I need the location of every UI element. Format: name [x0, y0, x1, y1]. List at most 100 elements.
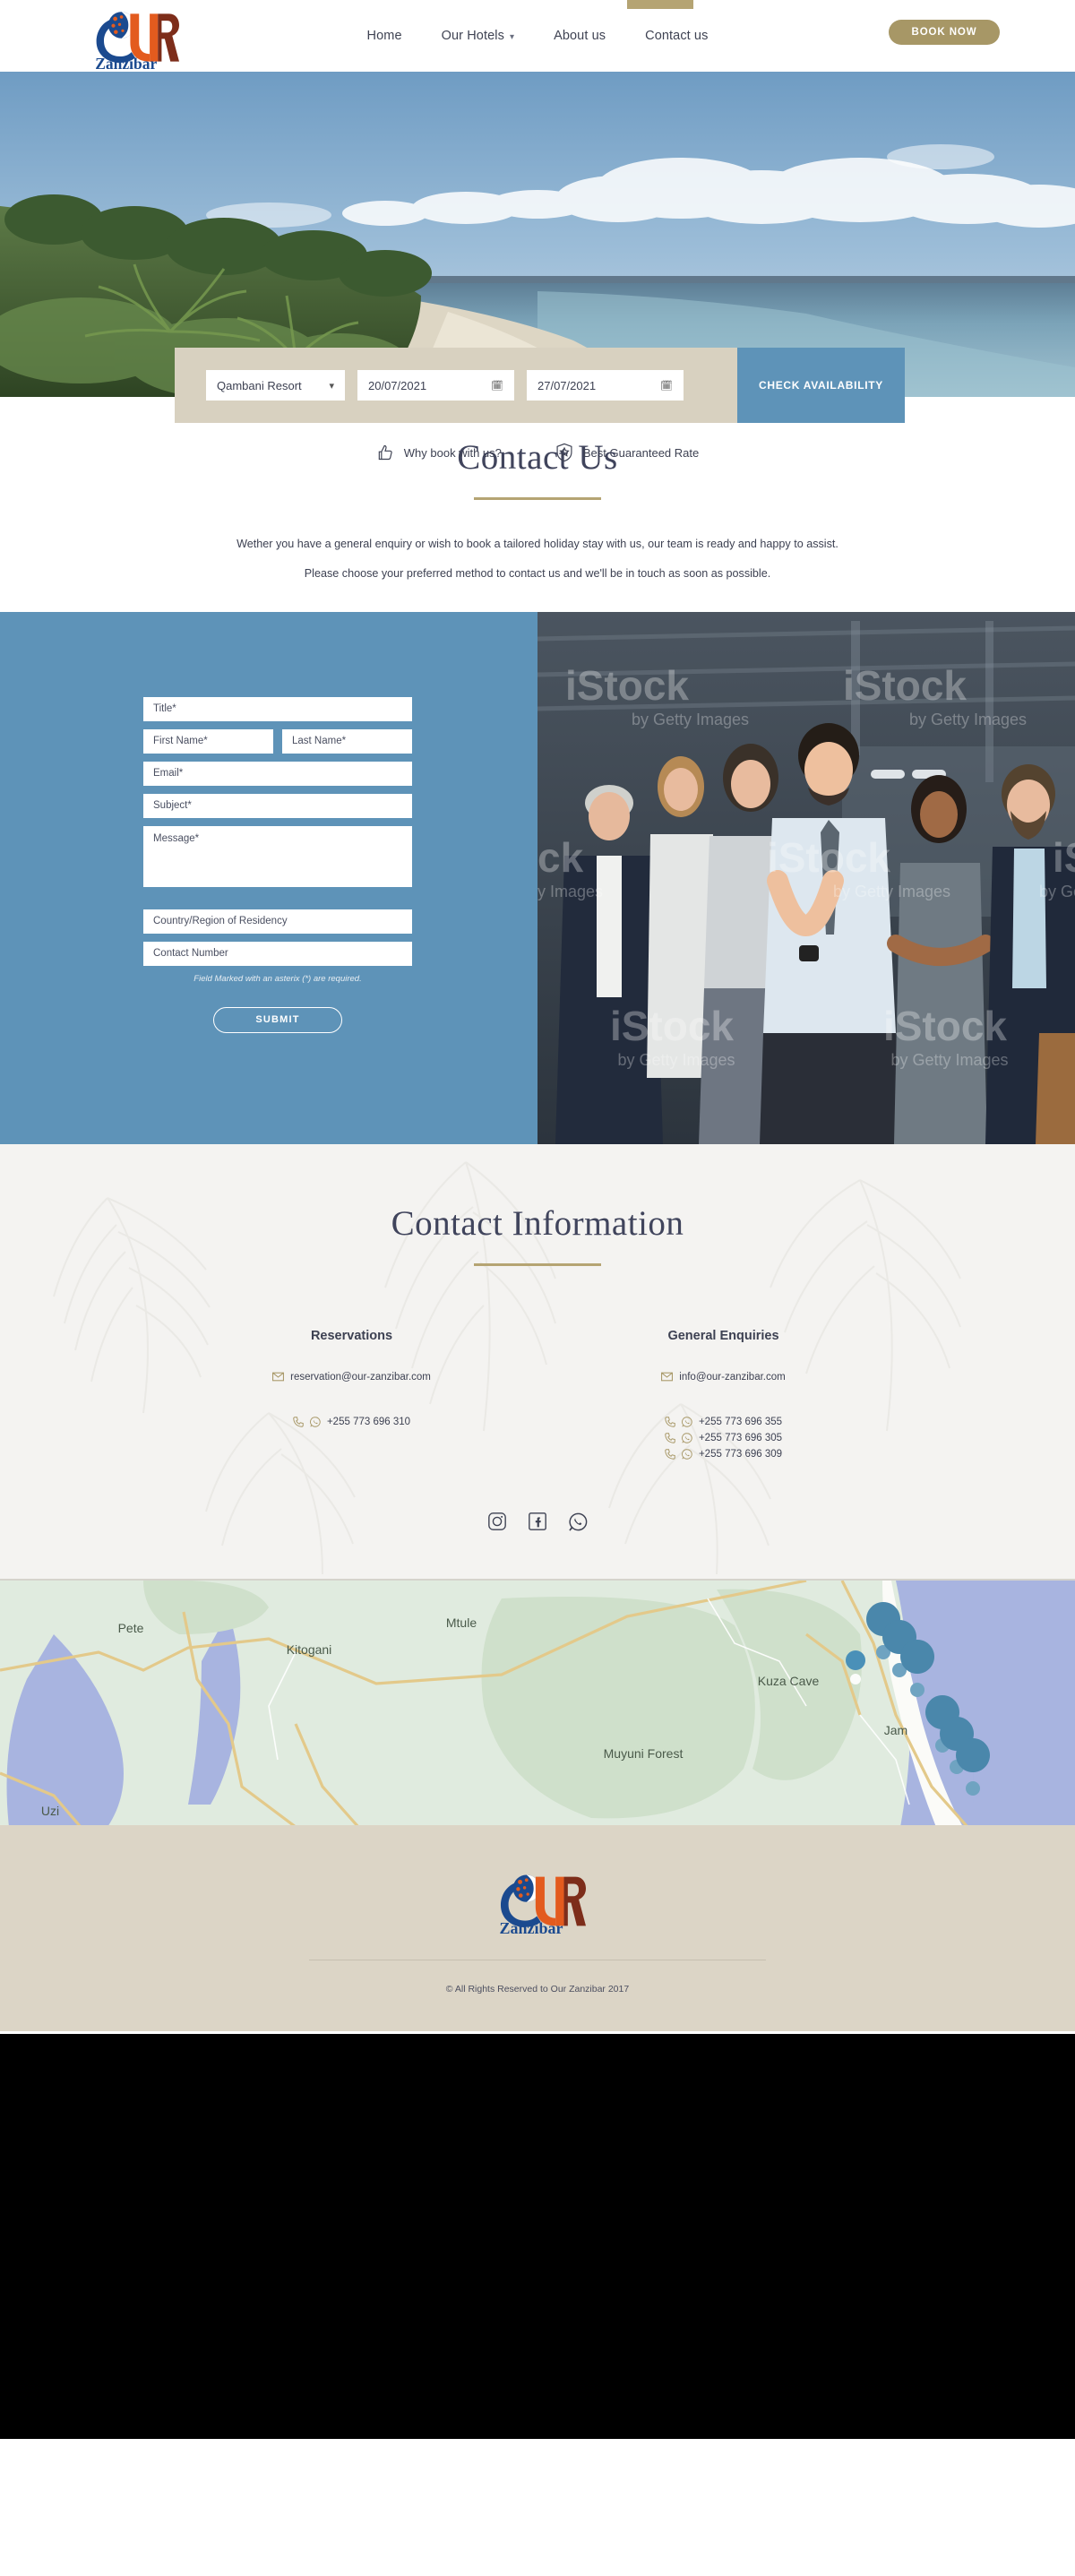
nav-label: Contact us: [645, 29, 709, 43]
phone-icon: [293, 1416, 304, 1427]
chevron-down-icon: ▾: [329, 380, 334, 392]
svg-text:iStock: iStock: [610, 1003, 734, 1049]
nav-item-home[interactable]: Home: [367, 29, 402, 43]
whatsapp-icon: [568, 1512, 587, 1531]
hotel-select[interactable]: Qambani Resort ▾: [206, 370, 345, 401]
contact-column-reservations: Reservations reservation@our-zanzibar.co…: [249, 1329, 455, 1465]
instagram-icon: [488, 1512, 506, 1530]
booking-fields: Qambani Resort ▾ 20/07/2021 🗓 27/07/2021…: [175, 348, 737, 423]
map-label: Kitogani: [287, 1642, 332, 1657]
hotel-select-value: Qambani Resort: [217, 378, 302, 392]
top-gold-tab: [627, 0, 693, 9]
svg-text:by Getty Images: by Getty Images: [833, 883, 950, 900]
contact-form-panel: Title* First Name* Last Name* Email* Sub…: [0, 611, 538, 1144]
nav-label: Home: [366, 29, 402, 43]
page-root: Zanzibar Home Our Hotels ▾ About us Conta…: [0, 0, 1075, 2439]
phone-row[interactable]: +255 773 696 305: [621, 1433, 827, 1443]
nav-item-about-us[interactable]: About us: [554, 29, 606, 43]
benefits-row: Why book with us? Best Guaranteed Rate: [0, 435, 1075, 470]
email-row[interactable]: info@our-zanzibar.com: [621, 1372, 827, 1383]
contact-number-field[interactable]: Contact Number: [143, 941, 412, 966]
title-field[interactable]: Title*: [143, 696, 412, 721]
phone-row[interactable]: +255 773 696 355: [621, 1417, 827, 1427]
site-footer: Zanzibar © All Rights Reserved to Our Za…: [0, 1824, 1075, 2031]
nav-item-our-hotels[interactable]: Our Hotels ▾: [442, 29, 514, 43]
form-spacer: [143, 895, 412, 909]
footer-logo[interactable]: Zanzibar: [489, 1865, 586, 1938]
location-map[interactable]: Pete Kitogani Mtule Kuza Cave Muyuni For…: [0, 1578, 1075, 1825]
svg-text:y Images: y Images: [538, 883, 603, 900]
page-bottom-blank-area: [0, 2030, 1075, 2439]
column-heading: General Enquiries: [667, 1328, 779, 1343]
svg-text:iStock: iStock: [565, 662, 689, 709]
team-photo: iStock by Getty Images iStock by Getty I…: [538, 611, 1075, 1144]
required-fields-note: Field Marked with an asterix (*) are req…: [194, 973, 362, 984]
country-field[interactable]: Country/Region of Residency: [143, 909, 412, 934]
phone-value: +255 773 696 305: [698, 1432, 783, 1443]
svg-text:iStock: iStock: [883, 1003, 1007, 1049]
check-availability-button[interactable]: CHECK AVAILABILITY: [737, 348, 905, 423]
svg-text:by Getty Images: by Getty Images: [632, 711, 749, 728]
shield-star-icon: [556, 443, 572, 462]
map-label: Kuza Cave: [758, 1674, 820, 1688]
social-link-instagram[interactable]: [487, 1512, 508, 1532]
title-underline: [474, 497, 601, 500]
book-now-button[interactable]: BOOK NOW: [889, 20, 1000, 45]
phone-row[interactable]: +255 773 696 310: [249, 1417, 455, 1427]
svg-text:iSt: iSt: [1053, 834, 1075, 881]
svg-text:by Getty Images: by Getty Images: [909, 711, 1027, 728]
footer-copyright: © All Rights Reserved to Our Zanzibar 20…: [445, 1983, 630, 1994]
email-field[interactable]: Email*: [143, 761, 412, 786]
whatsapp-icon: [682, 1432, 692, 1443]
site-header: Zanzibar Home Our Hotels ▾ About us Conta…: [0, 0, 1075, 72]
map-label: Uzi: [41, 1804, 59, 1818]
column-heading: Reservations: [310, 1328, 393, 1343]
email-value: info@our-zanzibar.com: [679, 1371, 786, 1383]
benefit-label: Why book with us?: [403, 445, 502, 460]
whatsapp-icon: [310, 1416, 321, 1427]
svg-text:Zanzibar: Zanzibar: [500, 1919, 563, 1937]
team-photo-image: iStock by Getty Images iStock by Getty I…: [538, 611, 1075, 1144]
booking-bar: Qambani Resort ▾ 20/07/2021 🗓 27/07/2021…: [175, 348, 905, 423]
message-field[interactable]: Message*: [143, 825, 412, 887]
nav-item-contact-us[interactable]: Contact us: [645, 29, 708, 43]
last-name-field[interactable]: Last Name*: [282, 728, 412, 754]
benefit-why-book-with-us[interactable]: Why book with us?: [376, 444, 502, 461]
svg-text:iStock: iStock: [843, 662, 967, 709]
name-row: First Name* Last Name*: [143, 728, 412, 762]
social-links: [0, 1512, 1075, 1532]
phone-row[interactable]: +255 773 696 309: [621, 1449, 827, 1460]
contact-information-underline: [474, 1262, 601, 1266]
social-link-facebook[interactable]: [528, 1512, 548, 1532]
svg-text:ck: ck: [538, 834, 584, 881]
map-label: Muyuni Forest: [604, 1746, 684, 1761]
contact-information-title: Contact Information: [391, 1203, 684, 1243]
phone-icon: [665, 1416, 675, 1427]
checkin-date-value: 20/07/2021: [368, 378, 427, 392]
intro-paragraph-1: Wether you have a general enquiry or wis…: [236, 538, 838, 550]
phone-value: +255 773 696 310: [326, 1416, 411, 1427]
svg-text:by Getty Images: by Getty Images: [617, 1051, 735, 1069]
checkout-date-input[interactable]: 27/07/2021 🗓: [527, 370, 684, 401]
contact-us-intro: Contact Us Wether you have a general enq…: [0, 397, 1075, 612]
checkin-date-input[interactable]: 20/07/2021 🗓: [357, 370, 514, 401]
subject-field[interactable]: Subject*: [143, 793, 412, 818]
benefit-best-guaranteed-rate[interactable]: Best Guaranteed Rate: [555, 443, 699, 462]
social-link-whatsapp[interactable]: [568, 1512, 589, 1532]
phone-value: +255 773 696 355: [698, 1416, 783, 1427]
whatsapp-icon: [682, 1416, 692, 1427]
calendar-icon: 🗓: [660, 380, 673, 392]
envelope-icon: [661, 1372, 674, 1382]
contact-columns: Reservations reservation@our-zanzibar.co…: [0, 1329, 1075, 1465]
contact-information-content: Contact Information Reservations reserva…: [0, 1144, 1075, 1532]
submit-button[interactable]: SUBMIT: [213, 1006, 342, 1033]
first-name-field[interactable]: First Name*: [143, 728, 273, 754]
facebook-icon: [529, 1512, 546, 1530]
email-row[interactable]: reservation@our-zanzibar.com: [249, 1372, 455, 1383]
contact-information-section: Contact Information Reservations reserva…: [0, 1143, 1075, 1579]
phone-icon: [665, 1448, 675, 1460]
svg-text:iStock: iStock: [767, 834, 890, 881]
intro-paragraph-2: Please choose your preferred method to c…: [304, 567, 771, 581]
calendar-icon: 🗓: [491, 380, 503, 392]
chevron-down-icon: ▾: [509, 31, 515, 42]
